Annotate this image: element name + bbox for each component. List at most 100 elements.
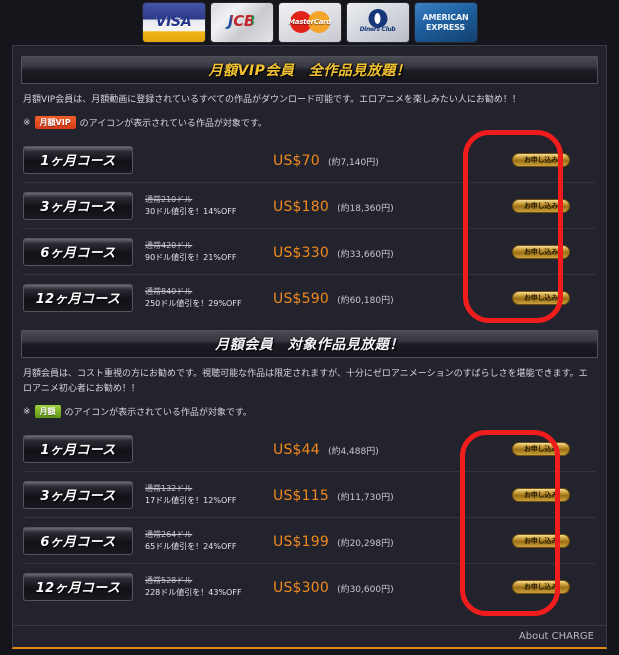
price-cell: US$300 (約30,600円) <box>265 577 486 596</box>
order-button-label: お申し込み <box>524 490 558 499</box>
price-usd: US$590 <box>273 291 329 307</box>
order-button-label: お申し込み <box>524 582 558 591</box>
diners-club-logo-label: Diners Club <box>359 26 396 33</box>
order-button[interactable]: お申し込み <box>512 290 570 305</box>
course-badge-label: 12ヶ月コース <box>35 581 121 596</box>
course-badge-label: 6ヶ月コース <box>40 246 116 261</box>
price-usd: US$70 <box>273 153 320 169</box>
discount-regular-price: 通常132ドル <box>145 483 193 493</box>
price-yen: (約18,360円) <box>337 204 394 214</box>
section-header-monthly-title: 月額会員 対象作品見放題！ <box>215 337 404 353</box>
order-cell: お申し込み <box>486 244 596 259</box>
order-button-label: お申し込み <box>524 293 558 302</box>
price-yen: (約33,660円) <box>337 250 394 260</box>
discount-cell: 通常420ドル 90ドル値引を！21%OFF <box>133 240 265 264</box>
table-row: 1ヶ月コース US$70 (約7,140円) お申し込み <box>23 137 596 183</box>
section-note-vip-suffix: のアイコンが表示されている作品が対象です。 <box>79 119 267 129</box>
order-button[interactable]: お申し込み <box>512 579 570 594</box>
mastercard-logo-label: MasterCard <box>288 18 331 26</box>
discount-off-text: 65ドル値引を！24%OFF <box>145 541 237 551</box>
mastercard-logo: MasterCard <box>278 3 341 42</box>
visa-logo-label: VISA <box>155 14 192 30</box>
discount-regular-price: 通常528ドル <box>145 575 193 585</box>
section-note-monthly-prefix: ※ <box>23 406 31 417</box>
order-button-label: お申し込み <box>524 247 558 256</box>
order-button[interactable]: お申し込み <box>512 244 570 259</box>
course-badge: 12ヶ月コース <box>23 283 133 312</box>
discount-regular-price: 通常210ドル <box>145 194 193 204</box>
table-row: 1ヶ月コース US$44 (約4,488円) お申し込み <box>23 426 596 472</box>
course-badge: 1ヶ月コース <box>23 434 133 463</box>
discount-off-text: 17ドル値引を！12%OFF <box>145 495 237 505</box>
jcb-logo: JCB <box>210 3 273 42</box>
charge-plans-panel: 月額VIP会員 全作品見放題！ 月額VIP会員は、月額動画に登録されているすべて… <box>12 45 607 649</box>
about-charge-link[interactable]: About CHARGE <box>519 631 594 642</box>
price-usd: US$330 <box>273 245 329 261</box>
order-button-label: お申し込み <box>524 444 558 453</box>
table-row: 6ヶ月コース 通常264ドル 65ドル値引を！24%OFF US$199 (約2… <box>23 518 596 564</box>
section-note-vip: ※ 月額VIP のアイコンが表示されている作品が対象です。 <box>23 116 596 129</box>
course-badge: 6ヶ月コース <box>23 526 133 555</box>
american-express-logo-label: AMERICAN EXPRESS <box>422 13 469 32</box>
order-button[interactable]: お申し込み <box>512 487 570 502</box>
section-header-vip: 月額VIP会員 全作品見放題！ <box>21 56 598 84</box>
discount-regular-price: 通常840ドル <box>145 286 193 296</box>
table-row: 3ヶ月コース 通常210ドル 30ドル値引を！14%OFF US$180 (約1… <box>23 183 596 229</box>
order-cell: お申し込み <box>486 579 596 594</box>
section-description-vip: 月額VIP会員は、月額動画に登録されているすべての作品がダウンロード可能です。エ… <box>23 95 521 105</box>
course-badge: 3ヶ月コース <box>23 191 133 220</box>
price-cell: US$199 (約20,298円) <box>265 531 486 550</box>
section-header-vip-title: 月額VIP会員 全作品見放題！ <box>208 63 411 79</box>
discount-regular-price: 通常264ドル <box>145 529 193 539</box>
section-header-monthly: 月額会員 対象作品見放題！ <box>21 330 598 358</box>
price-usd: US$180 <box>273 199 329 215</box>
course-badge: 1ヶ月コース <box>23 145 133 174</box>
order-button-label: お申し込み <box>524 201 558 210</box>
course-badge: 12ヶ月コース <box>23 572 133 601</box>
order-button[interactable]: お申し込み <box>512 198 570 213</box>
order-button[interactable]: お申し込み <box>512 441 570 456</box>
price-cell: US$180 (約18,360円) <box>265 196 486 215</box>
table-row: 6ヶ月コース 通常420ドル 90ドル値引を！21%OFF US$330 (約3… <box>23 229 596 275</box>
price-yen: (約20,298円) <box>337 539 394 549</box>
table-row: 3ヶ月コース 通常132ドル 17ドル値引を！12%OFF US$115 (約1… <box>23 472 596 518</box>
order-cell: お申し込み <box>486 198 596 213</box>
order-cell: お申し込み <box>486 487 596 502</box>
vip-badge-icon: 月額VIP <box>34 116 76 129</box>
price-cell: US$590 (約60,180円) <box>265 288 486 307</box>
diners-club-logo: Diners Club <box>346 3 409 42</box>
price-cell: US$330 (約33,660円) <box>265 242 486 261</box>
discount-off-text: 90ドル値引を！21%OFF <box>145 252 237 262</box>
course-badge-label: 1ヶ月コース <box>40 443 116 458</box>
order-cell: お申し込み <box>486 152 596 167</box>
course-badge-label: 6ヶ月コース <box>40 535 116 550</box>
price-yen: (約60,180円) <box>337 296 394 306</box>
section-description-monthly: 月額会員は、コスト重視の方にお勧めです。視聴可能な作品は限定されますが、十分にゼ… <box>23 369 588 394</box>
discount-cell: 通常210ドル 30ドル値引を！14%OFF <box>133 194 265 218</box>
order-button[interactable]: お申し込み <box>512 152 570 167</box>
section-note-vip-prefix: ※ <box>23 117 31 128</box>
discount-regular-price: 通常420ドル <box>145 240 193 250</box>
price-cell: US$115 (約11,730円) <box>265 485 486 504</box>
section-note-monthly-suffix: のアイコンが表示されている作品が対象です。 <box>64 408 252 418</box>
price-yen: (約7,140円) <box>327 158 379 168</box>
american-express-logo: AMERICAN EXPRESS <box>414 3 477 42</box>
discount-cell: 通常528ドル 228ドル値引を！43%OFF <box>133 575 265 599</box>
course-badge-label: 1ヶ月コース <box>40 154 116 169</box>
order-button[interactable]: お申し込み <box>512 533 570 548</box>
price-yen: (約4,488円) <box>327 447 379 457</box>
panel-footer: About CHARGE <box>13 625 606 647</box>
price-yen: (約30,600円) <box>337 585 394 595</box>
price-yen: (約11,730円) <box>337 493 394 503</box>
order-cell: お申し込み <box>486 533 596 548</box>
course-badge: 6ヶ月コース <box>23 237 133 266</box>
discount-off-text: 30ドル値引を！14%OFF <box>145 206 237 216</box>
price-usd: US$44 <box>273 442 320 458</box>
payment-logos-strip: VISA JCB MasterCard Diners Club AMERICAN… <box>0 0 619 45</box>
price-cell: US$70 (約7,140円) <box>265 150 486 169</box>
plan-table-vip: 1ヶ月コース US$70 (約7,140円) お申し込み 3ヶ月コース 通常21… <box>23 137 596 320</box>
order-button-label: お申し込み <box>524 536 558 545</box>
table-row: 12ヶ月コース 通常528ドル 228ドル値引を！43%OFF US$300 (… <box>23 564 596 609</box>
discount-cell: 通常840ドル 250ドル値引を！29%OFF <box>133 286 265 310</box>
order-cell: お申し込み <box>486 290 596 305</box>
